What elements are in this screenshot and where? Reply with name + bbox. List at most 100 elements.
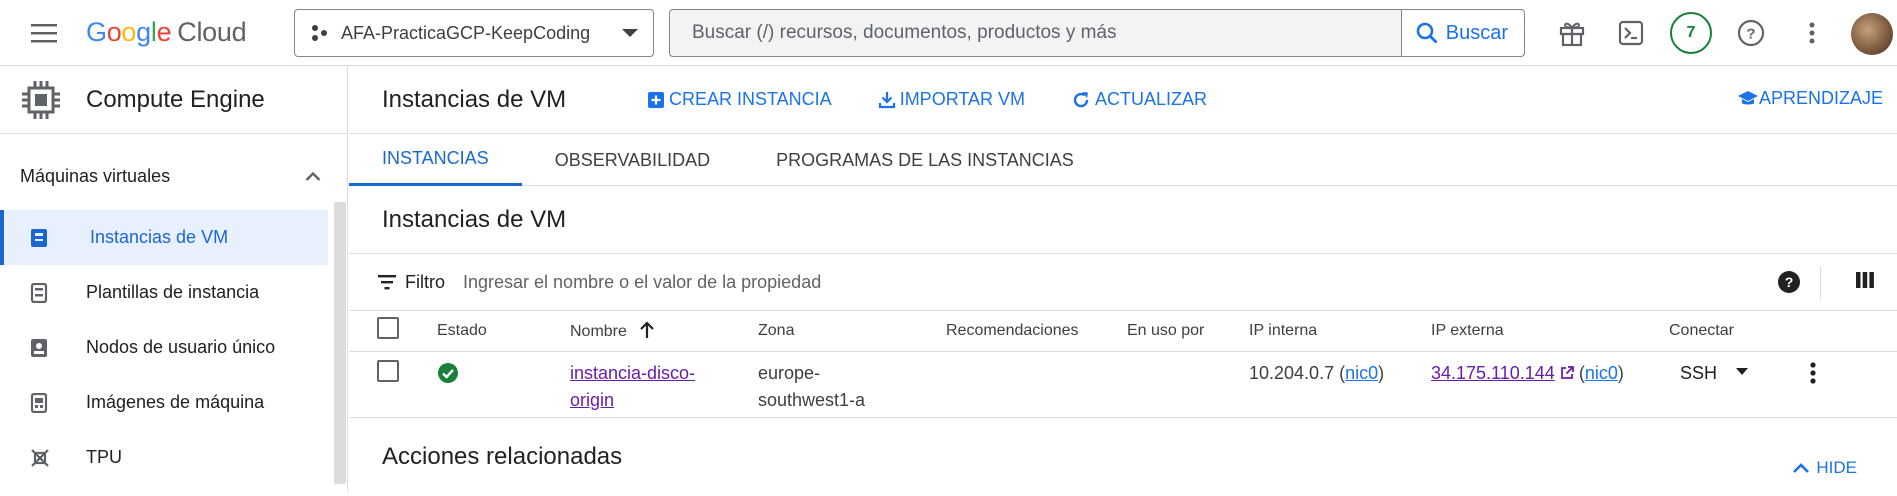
external-nic-link[interactable]: nic0: [1585, 363, 1618, 383]
sidebar-item-label: Plantillas de instancia: [86, 282, 260, 302]
account-avatar[interactable]: [1851, 13, 1893, 55]
zone-line1: europe-: [758, 362, 821, 383]
learn-label: APRENDIZAJE: [1758, 88, 1883, 108]
compute-engine-icon: [22, 80, 60, 119]
column-header-external-ip[interactable]: IP externa: [1431, 311, 1669, 352]
gift-icon[interactable]: [1552, 13, 1592, 53]
sidebar-item-vm-instances[interactable]: Instancias de VM: [0, 210, 328, 265]
open-in-new-icon[interactable]: [1560, 365, 1574, 380]
sidebar-item-tpu[interactable]: TPU: [0, 430, 328, 485]
column-header-internal-ip[interactable]: IP interna: [1249, 311, 1431, 352]
tab-bar: INSTANCIAS OBSERVABILIDAD PROGRAMAS DE L…: [349, 134, 1897, 186]
filter-label: Filtro: [405, 271, 445, 292]
search-icon: [1416, 22, 1438, 44]
sidebar-item-machine-images[interactable]: Imágenes de máquina: [0, 375, 328, 430]
instance-name-line2: origin: [570, 389, 615, 410]
side-navigation: Compute Engine Máquinas virtuales Instan…: [0, 66, 348, 491]
refresh-label: ACTUALIZAR: [1095, 89, 1208, 109]
instance-name-line1: instancia-disco-: [570, 362, 696, 383]
machine-image-icon: [0, 392, 86, 413]
help-circle-icon[interactable]: ?: [1777, 270, 1801, 299]
create-instance-button[interactable]: CREAR INSTANCIA: [647, 89, 832, 110]
page-header: Instancias de VM CREAR INSTANCIA IMPORTA…: [349, 66, 1897, 134]
import-vm-button[interactable]: IMPORTAR VM: [878, 89, 1025, 110]
table-header-row: Estado Nombre Zona Recomendaciones En us…: [349, 311, 1897, 352]
column-header-status[interactable]: Estado: [437, 311, 570, 352]
section-virtual-machines[interactable]: Máquinas virtuales: [0, 142, 347, 210]
table-row: instancia-disco- origin europe- southwes…: [349, 351, 1897, 418]
google-cloud-logo[interactable]: Google Cloud: [86, 17, 247, 48]
cloud-shell-icon[interactable]: [1611, 13, 1651, 53]
search-input[interactable]: [670, 10, 1401, 56]
chevron-up-icon: [1793, 462, 1810, 473]
hide-button[interactable]: HIDE: [1792, 458, 1857, 478]
section-header: Instancias de VM: [349, 186, 1897, 254]
column-header-zone[interactable]: Zona: [758, 311, 946, 352]
svg-text:?: ?: [1746, 26, 1755, 43]
column-header-name[interactable]: Nombre: [570, 311, 758, 352]
internal-nic-link[interactable]: nic0: [1345, 363, 1378, 383]
project-name: AFA-PracticaGCP-KeepCoding: [341, 22, 591, 43]
row-checkbox[interactable]: [377, 359, 399, 382]
search-button-label: Buscar: [1445, 21, 1508, 44]
chevron-up-icon: [305, 171, 321, 181]
recommendations-cell: [946, 351, 1127, 418]
column-header-connect[interactable]: Conectar: [1669, 311, 1897, 352]
ssh-dropdown-icon[interactable]: [1736, 367, 1749, 376]
project-hierarchy-icon: [312, 25, 327, 41]
chevron-down-icon: [622, 29, 638, 37]
column-display-icon[interactable]: [1855, 270, 1875, 295]
add-box-icon: [648, 91, 664, 108]
svg-text:?: ?: [1785, 274, 1794, 290]
internal-ip: 10.204.0.7: [1249, 362, 1335, 383]
search-button[interactable]: Buscar: [1400, 10, 1524, 56]
status-running-icon: [438, 362, 458, 383]
school-icon: [1737, 90, 1758, 104]
more-vert-icon[interactable]: [1792, 13, 1832, 53]
column-label: Nombre: [570, 322, 627, 340]
filter-list-icon: [378, 275, 396, 290]
related-actions-section: Acciones relacionadas HIDE: [349, 418, 1897, 496]
download-icon: [878, 91, 895, 108]
sidebar-item-instance-templates[interactable]: Plantillas de instancia: [0, 265, 328, 320]
column-header-recommendations[interactable]: Recomendaciones: [946, 311, 1127, 352]
main-content: Instancias de VM CREAR INSTANCIA IMPORTA…: [349, 66, 1897, 491]
ssh-button[interactable]: SSH: [1680, 363, 1717, 383]
tab-instance-schedules[interactable]: PROGRAMAS DE LAS INSTANCIAS: [743, 134, 1107, 186]
sidebar-item-label: TPU: [86, 447, 122, 467]
sole-tenant-icon: [0, 338, 86, 358]
main-menu-icon[interactable]: [24, 13, 64, 53]
section-title: Instancias de VM: [382, 205, 567, 233]
refresh-icon: [1073, 91, 1089, 107]
related-actions-title: Acciones relacionadas: [382, 442, 623, 470]
notifications-badge[interactable]: 7: [1670, 12, 1712, 54]
filter-input[interactable]: [463, 271, 1163, 293]
sort-arrow-up-icon: [640, 321, 655, 338]
filter-button[interactable]: Filtro: [377, 272, 445, 293]
page-title: Instancias de VM: [382, 85, 567, 113]
section-label: Máquinas virtuales: [20, 165, 171, 186]
product-title: Compute Engine: [86, 85, 265, 113]
filter-bar: Filtro ?: [349, 254, 1897, 311]
divider: [1820, 266, 1821, 300]
select-all-checkbox[interactable]: [377, 317, 399, 340]
row-more-vert-icon[interactable]: [1810, 361, 1816, 384]
sidebar-item-sole-tenant-nodes[interactable]: Nodos de usuario único: [0, 320, 328, 375]
external-ip-link[interactable]: 34.175.110.144: [1431, 363, 1555, 383]
sidebar-item-label: Imágenes de máquina: [86, 392, 265, 412]
refresh-button[interactable]: ACTUALIZAR: [1071, 89, 1207, 110]
zone-line2: southwest1-a: [758, 389, 866, 410]
help-icon[interactable]: ?: [1731, 13, 1771, 53]
in-use-by-cell: [1127, 351, 1249, 418]
vm-instances-icon: [4, 228, 90, 248]
project-selector[interactable]: AFA-PracticaGCP-KeepCoding: [294, 9, 654, 57]
instances-table: Estado Nombre Zona Recomendaciones En us…: [349, 311, 1897, 418]
sidebar-scrollbar[interactable]: [334, 202, 346, 484]
column-header-in-use-by[interactable]: En uso por: [1127, 311, 1249, 352]
instance-name-link[interactable]: instancia-disco- origin: [570, 360, 758, 414]
hide-label: HIDE: [1816, 457, 1857, 477]
tab-observability[interactable]: OBSERVABILIDAD: [522, 134, 743, 186]
tab-instances[interactable]: INSTANCIAS: [349, 134, 522, 186]
instance-template-icon: [0, 282, 86, 303]
learn-button[interactable]: APRENDIZAJE: [1737, 88, 1883, 109]
